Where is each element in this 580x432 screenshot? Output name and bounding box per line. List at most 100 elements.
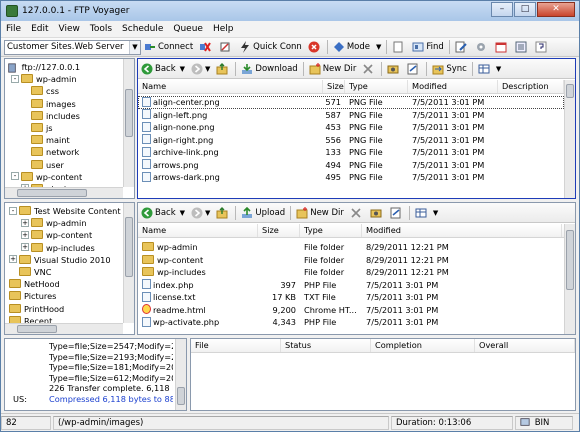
file-row[interactable]: align-none.png 453 PNG File 7/5/2011 3:0… (138, 121, 564, 134)
session-log[interactable]: Type=file;Size=2547;Modify=20110 Type=fi… (4, 338, 187, 411)
delete-button[interactable] (359, 61, 379, 77)
tree-item[interactable]: - wp-admin (7, 73, 125, 85)
file-row[interactable]: arrows-dark.png 495 PNG File 7/5/2011 3:… (138, 171, 564, 184)
file-row[interactable]: align-left.png 587 PNG File 7/5/2011 3:0… (138, 109, 564, 122)
view-button[interactable] (367, 205, 387, 221)
mode-button[interactable]: Mode ▼ (330, 39, 385, 55)
forward-button[interactable]: ▼ (188, 205, 213, 221)
scrollbar-thumb[interactable] (125, 89, 133, 137)
sync-button[interactable]: Sync (429, 61, 470, 77)
menu-queue[interactable]: Queue (168, 24, 208, 34)
file-row[interactable]: arrows.png 494 PNG File 7/5/2011 3:01 PM (138, 159, 564, 172)
tree-item[interactable]: NetHood (7, 278, 125, 290)
options-tool-button[interactable] (472, 39, 492, 55)
download-button[interactable]: Download (238, 61, 300, 77)
file-row[interactable]: archive-link.png 133 PNG File 7/5/2011 3… (138, 146, 564, 159)
column-header-type[interactable]: Type (345, 80, 408, 93)
edit-file-button[interactable] (387, 205, 407, 221)
tree-item[interactable]: includes (7, 110, 125, 122)
file-row[interactable]: wp-activate.php 4,343 PHP File 7/5/2011 … (138, 316, 564, 329)
upload-button[interactable]: Upload (238, 205, 288, 221)
column-header-name[interactable]: Name (138, 224, 258, 237)
chevron-down-icon[interactable]: ▼ (129, 40, 140, 54)
vertical-scrollbar[interactable] (564, 224, 575, 334)
remote-folder-tree[interactable]: ftp://127.0.0.1 - wp-admin css images inc… (4, 58, 135, 199)
horizontal-scrollbar[interactable] (5, 323, 123, 334)
edit-file-button[interactable] (404, 61, 424, 77)
view-button[interactable] (384, 61, 404, 77)
edit-tool-button[interactable] (452, 39, 472, 55)
column-header-modified[interactable]: Modified (408, 80, 498, 93)
scrollbar-thumb[interactable] (17, 189, 87, 197)
tree-item[interactable]: Pictures (7, 290, 125, 302)
file-row[interactable]: align-center.png 571 PNG File 7/5/2011 3… (138, 96, 564, 109)
column-header-status[interactable]: Status (281, 339, 371, 352)
tree-root[interactable]: ftp://127.0.0.1 (7, 61, 125, 73)
file-row[interactable]: license.txt 17 KB TXT File 7/5/2011 3:01… (138, 291, 564, 304)
column-header-modified[interactable]: Modified (362, 224, 562, 237)
expand-icon[interactable]: + (9, 255, 17, 264)
tree-item[interactable]: user (7, 159, 125, 171)
expand-icon[interactable]: + (21, 230, 29, 239)
new-dir-button[interactable]: New Dir (293, 205, 347, 221)
reconnect-button[interactable] (216, 39, 236, 55)
chevron-down-icon[interactable]: ▼ (433, 209, 438, 217)
scrollbar-thumb[interactable] (566, 230, 574, 290)
tree-item[interactable]: maint (7, 134, 125, 146)
tree-item[interactable]: + wp-includes (7, 242, 125, 254)
column-header-type[interactable]: Type (300, 224, 362, 237)
horizontal-scrollbar[interactable] (5, 187, 123, 198)
file-row[interactable]: wp-content File folder 8/29/2011 12:21 P… (138, 254, 564, 267)
transfer-queue[interactable]: File Status Completion Overall (190, 338, 576, 411)
collapse-icon[interactable]: - (11, 74, 19, 83)
file-row[interactable]: wp-admin File folder 8/29/2011 12:21 PM (138, 241, 564, 254)
column-header-size[interactable]: Size (323, 80, 345, 93)
column-header-completion[interactable]: Completion (371, 339, 475, 352)
tree-item[interactable]: css (7, 85, 125, 97)
chevron-down-icon[interactable]: ▼ (180, 65, 185, 73)
new-dir-button[interactable]: New Dir (306, 61, 360, 77)
maximize-button[interactable]: □ (514, 2, 536, 17)
scrollbar-thumb[interactable] (125, 217, 133, 277)
vertical-scrollbar[interactable] (123, 203, 134, 323)
minimize-button[interactable]: – (491, 2, 513, 17)
up-folder-button[interactable] (213, 61, 233, 77)
scrollbar-thumb[interactable] (17, 325, 57, 333)
expand-icon[interactable]: + (21, 218, 29, 227)
collapse-icon[interactable]: - (11, 172, 19, 181)
file-row[interactable]: index.php 397 PHP File 7/5/2011 3:01 PM (138, 279, 564, 292)
menu-edit[interactable]: Edit (26, 24, 53, 34)
vertical-scrollbar[interactable] (123, 59, 134, 187)
chevron-down-icon[interactable]: ▼ (205, 65, 210, 73)
queue-tool-button[interactable] (512, 39, 532, 55)
vertical-scrollbar[interactable] (175, 339, 186, 410)
site-combo[interactable]: Customer Sites.Web Server ▼ (4, 39, 141, 55)
back-button[interactable]: Back ▼ (138, 205, 188, 221)
scrollbar-thumb[interactable] (566, 84, 574, 98)
chevron-down-icon[interactable]: ▼ (205, 209, 210, 217)
column-header-description[interactable]: Description (498, 80, 564, 93)
tree-item[interactable]: network (7, 146, 125, 158)
menu-file[interactable]: File (1, 24, 26, 34)
upload-tool-button[interactable] (389, 39, 409, 55)
vertical-scrollbar[interactable] (564, 80, 575, 198)
chevron-down-icon[interactable]: ▼ (376, 43, 381, 51)
menu-schedule[interactable]: Schedule (117, 24, 168, 34)
tree-item[interactable]: images (7, 98, 125, 110)
scheduler-tool-button[interactable] (492, 39, 512, 55)
forward-button[interactable]: ▼ (188, 61, 213, 77)
view-mode-button[interactable]: ▼ (412, 205, 441, 221)
find-button[interactable]: Find (409, 39, 446, 55)
menu-tools[interactable]: Tools (85, 24, 117, 34)
local-folder-tree[interactable]: - Test Website Content + wp-admin + wp-cont… (4, 202, 135, 335)
tree-item[interactable]: + wp-admin (7, 217, 125, 229)
close-button[interactable]: ✕ (537, 2, 575, 17)
column-header-file[interactable]: File (191, 339, 281, 352)
disconnect-button[interactable] (196, 39, 216, 55)
file-row[interactable]: wp-includes File folder 8/29/2011 12:21 … (138, 266, 564, 279)
view-mode-button[interactable]: ▼ (475, 61, 504, 77)
quick-connect-button[interactable]: Quick Conn (236, 39, 305, 55)
menu-view[interactable]: View (54, 24, 85, 34)
tree-item[interactable]: + Visual Studio 2010 (7, 254, 125, 266)
column-header-size[interactable]: Size (258, 224, 300, 237)
